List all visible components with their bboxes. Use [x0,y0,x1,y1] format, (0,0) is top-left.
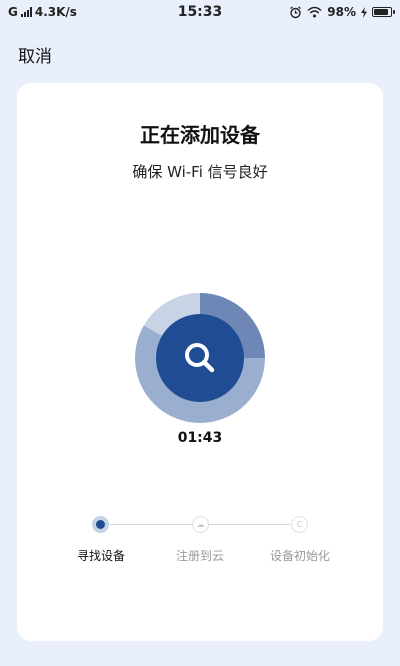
page-subtitle: 确保 Wi-Fi 信号良好 [132,163,268,181]
step-label-initialize: 设备初始化 [269,549,330,563]
step-connector-1 [110,524,192,525]
cloud-icon: ☁ [196,520,205,529]
step-indicator-register-cloud: ☁ [192,516,209,533]
step-indicator-initialize: C [291,516,308,533]
step-connector-2 [209,524,290,525]
search-icon [185,343,215,373]
step-label-register-cloud: 注册到云 [175,549,224,563]
step-indicator-find-device [92,516,109,533]
charging-icon [361,6,367,18]
alarm-icon [290,5,302,18]
init-icon: C [296,520,303,529]
elapsed-timer: 01:43 [177,430,223,446]
battery-icon [372,7,395,17]
step-label-find-device: 寻找设备 [76,549,125,563]
battery-percent: 98% [327,5,356,19]
status-right: 98% [289,5,395,19]
status-bar: G 4.3K/s 15:33 98% [0,0,400,26]
page-title: 正在添加设备 [140,123,260,147]
add-device-card: 正在添加设备 确保 Wi-Fi 信号良好 01:43 ☁ C 寻找设备 注册到云… [17,83,383,641]
scanning-radar [135,293,265,423]
radar-core [156,314,244,402]
wifi-icon [307,6,322,18]
cancel-button[interactable]: 取消 [18,42,52,67]
